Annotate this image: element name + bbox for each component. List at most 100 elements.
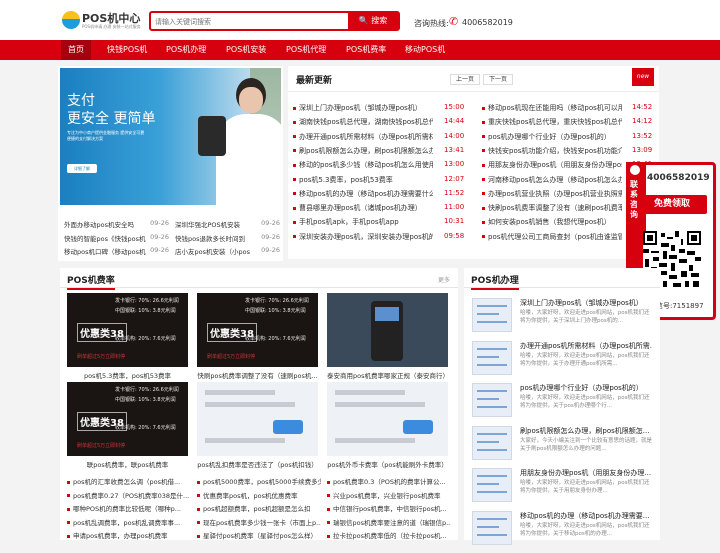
fee-list-item[interactable]: 优惠费率pos机，pos机优惠费率 (197, 490, 321, 500)
user-icon (630, 165, 640, 175)
fee-thumbnail-caption[interactable]: pos机乱扣费率是否违法了（pos机扣钱） (197, 459, 318, 469)
nav-item-handle[interactable]: POS机办理 (166, 40, 206, 60)
list-item[interactable]: 外面办移动pos机安全吗 09-26 (64, 219, 169, 229)
search-button[interactable]: 🔍 搜索 (348, 13, 398, 29)
free-claim-button[interactable]: 免费领取 (637, 195, 707, 214)
fee-thumbnail[interactable]: 发卡银行: 70%: 26.6元利润 中国银联: 10%: 3.8元利润 优惠类38… (197, 293, 318, 367)
fee-list-item[interactable]: pos机费率0.27（POS机费率038是什... (67, 490, 191, 500)
fee-thumbnail[interactable] (327, 293, 448, 367)
fee-thumbnail-caption[interactable]: pos机外币卡费率（pos机能刷外卡费率） (327, 459, 448, 469)
latest-item[interactable]: 办理开通pos机所需材料（办理pos机所需材料） (293, 132, 433, 142)
handle-item-title[interactable]: 用朋友身份办理pos机（用朋友身份办理... (520, 468, 652, 478)
fee-list-item[interactable]: 申请pos机费率，办理pos机费率 (67, 530, 191, 540)
latest-item[interactable]: 河南移动pos机怎么办理（移动pos机怎么办理） (482, 175, 622, 185)
latest-item-time: 13:09 (632, 145, 653, 154)
latest-item[interactable]: 重庆快钱pos机总代理，重庆快钱pos机总代理电话 (482, 117, 622, 127)
fee-list-item[interactable]: pos机5000费率，pos机5000手续费多少 (197, 476, 321, 486)
fee-list-item[interactable]: pos机超额费率，pos机超额是怎么扣 (197, 503, 321, 513)
handle-item[interactable]: pos机办理哪个行业好（办理pos机的） 哈喽，大家好呀，欢迎走进pos机网站，p… (472, 383, 652, 425)
nav-item-home[interactable]: 首页 (61, 40, 91, 60)
latest-item[interactable]: 刷pos机限额怎么办理，刷pos机限额怎么办理的 (293, 146, 433, 156)
banner-button[interactable]: 详细了解 (67, 164, 97, 173)
latest-item[interactable]: 移动的pos机多少钱（移动pos机怎么用使用） (293, 160, 433, 170)
fee-list-item[interactable]: 瑞银信pos机费率要注意的道（瑞银信p... (327, 517, 451, 527)
latest-item[interactable]: 快钱安pos机功能介绍，快钱安pos机功能介绍图 (482, 146, 622, 156)
latest-item[interactable]: pos机代理公司工商局查封（pos机由谁监管） (482, 232, 622, 242)
next-page-button[interactable]: 下一页 (483, 74, 513, 85)
fee-list-item[interactable]: pos机费率0.3（POS机的费率计算公... (327, 476, 451, 486)
list-item[interactable]: 店小友pos机安装（小pos 09-26 (175, 246, 280, 256)
fee-thumbnail-caption[interactable]: 联pos机费率，联pos机费率 (67, 459, 188, 469)
latest-item[interactable]: 办理pos机营业执照（办理pos机营业执照需要） (482, 189, 622, 199)
latest-item[interactable]: 深圳上门办理pos机（邹城办理pos机） (293, 103, 433, 113)
thumbnail-text: 收单机构: 20%: 7.6元利润 (115, 336, 176, 342)
handle-item-summary: 哈喽，大家好呀，欢迎走进pos机网站，pos机我们还将为你提供，关于深圳上门办理… (520, 310, 650, 324)
fee-thumbnail-caption[interactable]: pos机5.3费率，pos机53费率 (67, 370, 188, 380)
fee-thumbnail[interactable]: 发卡银行: 70%: 26.6元利润 中国银联: 10%: 3.8元利润 优惠类38… (67, 382, 188, 456)
hotline-number: 4006582019 (462, 18, 513, 27)
latest-item[interactable]: 如何安装pos机销售（我想代理pos机） (482, 217, 622, 227)
fee-title: POS机费率 (67, 273, 115, 290)
latest-item-time: 13:52 (632, 131, 653, 140)
fee-thumbnail-caption[interactable]: 泰安商用pos机费率哪家正规（泰安商行） (327, 370, 448, 380)
handle-item-summary: 哈喽，大家好呀，欢迎走进pos机网站，pos机我们还将为你提供，关于移动pos机… (520, 522, 650, 537)
fee-header: POS机费率 更多 (60, 268, 458, 290)
handle-item[interactable]: 移动pos机的办理（移动pos机办理需要... 哈喽，大家好呀，欢迎走进pos机网… (472, 510, 652, 553)
fee-thumbnail[interactable]: 发卡银行: 70%: 26.6元利润 中国银联: 10%: 3.8元利润 优惠类38… (67, 293, 188, 367)
site-logo[interactable]: POS机中心 POS机申请 办理 安装一站式服务 (62, 10, 141, 32)
list-item[interactable]: 快钱的智能pos《快钱pos机 09-26 (64, 233, 169, 243)
latest-item[interactable]: 用那友身份办理pos机（用朋友身份办理pos机） (482, 160, 622, 170)
handle-item-summary: 大家好，今天小编关注到一个比较有意思的话题，就是关于刷pos机限额怎么办理的问题… (520, 437, 652, 452)
latest-item-time: 14:12 (632, 117, 653, 126)
handle-item[interactable]: 刷pos机限额怎么办理，刷pos机限额怎... 大家好，今天小编关注到一个比较有意… (472, 425, 652, 468)
list-item[interactable]: 深圳华强北POS机安装 09-26 (175, 219, 280, 229)
latest-item[interactable]: 移动pos机的办理（移动pos机办理需要什么） (293, 189, 433, 199)
fee-list-item[interactable]: 拉卡拉pos机费率低的（拉卡拉pos机... (327, 530, 451, 540)
handle-item-title[interactable]: 刷pos机限额怎么办理，刷pos机限额怎... (520, 426, 652, 436)
nav-item-kuaiqian[interactable]: 快钱POS机 (107, 40, 147, 60)
fee-list-item[interactable]: pos机的汇率收费怎么调（pos机借... (67, 476, 191, 486)
handle-item-thumbnail (472, 510, 512, 545)
handle-item-thumbnail (472, 298, 512, 332)
latest-item[interactable]: pos机办理哪个行业好（办理pos机的） (482, 132, 622, 142)
phone-icon: ✆ (449, 15, 459, 28)
handle-item[interactable]: 用朋友身份办理pos机（用朋友身份办理... 哈喽，大家好呀，欢迎走进pos机网站… (472, 468, 652, 510)
fee-list-item[interactable]: 星驿付pos机费率（星驿付pos怎么样） (197, 530, 321, 540)
latest-item[interactable]: 快刷pos机费率调整了没有（速刷pos机费率多少） (482, 203, 622, 213)
latest-item[interactable]: 深圳安装办理pos机，深圳安装办理pos机的地方 (293, 232, 433, 242)
handle-item-title[interactable]: pos机办理哪个行业好（办理pos机的） (520, 383, 652, 393)
nav-item-agent[interactable]: POS机代理 (286, 40, 326, 60)
handle-item-title[interactable]: 办理开通pos机所需材料（办理pos机所需... (520, 341, 652, 351)
search-input[interactable] (155, 15, 345, 28)
fee-thumbnail-caption[interactable]: 快刷pos机费率调整了没有（速刷pos机... (197, 370, 318, 380)
nav-item-install[interactable]: POS机安装 (226, 40, 266, 60)
prev-page-button[interactable]: 上一页 (450, 74, 480, 85)
fee-list-item[interactable]: 现在pos机费率多少钱一张卡（市面上p... (197, 517, 321, 527)
handle-header: POS机办理 (464, 268, 660, 290)
latest-item[interactable]: 移动pos机现在还能用吗（移动pos机可以用吗） (482, 103, 622, 113)
handle-item[interactable]: 办理开通pos机所需材料（办理pos机所需... 哈喽，大家好呀，欢迎走进pos机… (472, 340, 652, 383)
latest-item[interactable]: pos机5.3费率，pos机53费率 (293, 175, 433, 185)
handle-item[interactable]: 深圳上门办理pos机（邹城办理pos机） 哈喽，大家好呀，欢迎走进pos机网站，p… (472, 298, 652, 340)
fee-more-link[interactable]: 更多 (438, 275, 450, 284)
fee-list-item[interactable]: pos机乱调费率，pos机乱调费率事... (67, 517, 191, 527)
nav-item-fee[interactable]: POS机费率 (346, 40, 386, 60)
list-item[interactable]: 快钱pos退款多长时间到 09-26 (175, 233, 280, 243)
fee-list-item[interactable]: 中信银行pos机费率，中信银行pos机... (327, 503, 451, 513)
list-item[interactable]: 移动pos机口碑（移动pos机 09-26 (64, 246, 169, 256)
latest-item[interactable]: 曹县哪里办理pos机（诸城pos机办理） (293, 203, 433, 213)
latest-item[interactable]: 手机pos机apk，手机pos机app (293, 217, 433, 227)
nav-item-mobile[interactable]: 移动POS机 (405, 40, 445, 60)
fee-list-item[interactable]: 哪种POS机的费率比较低呢（哪种p... (67, 503, 191, 513)
latest-item-time: 11:52 (444, 188, 465, 197)
thumbnail-text: 中国银联: 10%: 3.8元利润 (245, 308, 306, 314)
handle-item-title[interactable]: 移动pos机的办理（移动pos机办理需要... (520, 511, 652, 521)
latest-item[interactable]: 湖南快钱pos机总代理，湖南快钱pos机总代理电话 (293, 117, 433, 127)
promo-banner[interactable]: 支付 更安全 更简单 专注为中小商户提供金融服务 提供安全可靠便捷的支付解决方案… (60, 68, 281, 205)
handle-item-title[interactable]: 深圳上门办理pos机（邹城办理pos机） (520, 298, 652, 308)
fee-thumbnail[interactable] (327, 382, 448, 456)
fee-list-item[interactable]: 兴业pos机费率，兴业银行pos机费率 (327, 490, 451, 500)
latest-title: 最新更新 (296, 76, 333, 86)
handle-item-thumbnail (472, 383, 512, 417)
fee-thumbnail[interactable] (197, 382, 318, 456)
